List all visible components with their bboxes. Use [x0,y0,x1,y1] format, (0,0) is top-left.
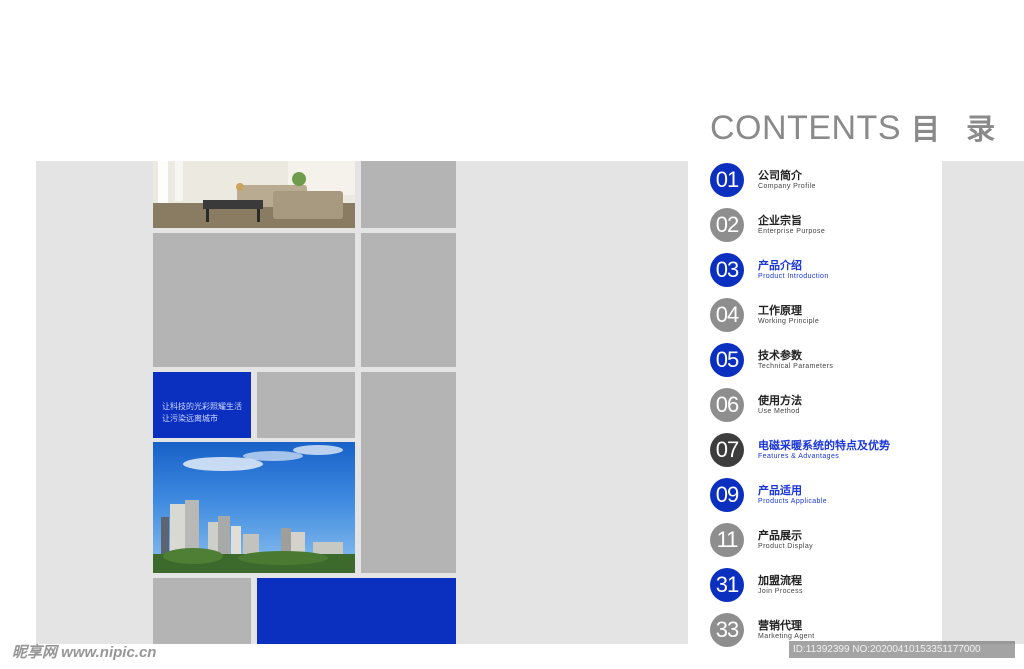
toc-title-en: Working Principle [758,318,820,325]
toc-title-en: Features & Advantages [758,453,840,460]
slogan-text: 让科技的光彩照耀生活 让污染远离城市 [162,401,242,425]
living-room-illustration [153,161,355,228]
title-en: CONTENTS [710,109,901,147]
gray-tile-tall [361,372,456,573]
contents-title: CONTENTS 目 录 [710,106,1003,148]
toc-title-zh: 产品适用 [758,485,802,497]
city-skyline-photo [153,442,355,573]
toc-title-zh: 公司简介 [758,170,802,182]
toc-number-circle: 07 [710,433,744,467]
toc-title-en: Use Method [758,408,800,415]
toc-item-product-introduction[interactable]: 03 产品介绍 Product Introduction [710,253,942,293]
city-skyline-illustration [153,445,355,573]
toc-title-zh: 产品介绍 [758,260,802,272]
gray-tile-right-mid [361,233,456,367]
toc-title-en: Technical Parameters [758,363,834,370]
toc-title-en: Join Process [758,588,803,595]
toc-number-circle: 05 [710,343,744,377]
toc-number-circle: 11 [710,523,744,557]
toc-item-product-display[interactable]: 11 产品展示 Product Display [710,523,942,563]
toc-number-circle: 03 [710,253,744,287]
toc-title-zh: 工作原理 [758,305,802,317]
right-edge-band [942,161,1024,644]
title-zh: 目 录 [911,112,1004,146]
gray-tile-large [153,233,355,367]
watermark-left: 昵享网 www.nipic.cn [12,644,157,661]
toc-title-en: Company Profile [758,183,816,190]
toc-title-zh: 使用方法 [758,395,802,407]
toc-item-enterprise-purpose[interactable]: 02 企业宗旨 Enterprise Purpose [710,208,942,248]
toc-item-join-process[interactable]: 31 加盟流程 Join Process [710,568,942,608]
watermark-id-bar: ID:11392399 NO:20200410153351177000 [789,641,1015,658]
toc-item-technical-parameters[interactable]: 05 技术参数 Technical Parameters [710,343,942,383]
toc-item-company-profile[interactable]: 01 公司简介 Company Profile [710,163,942,203]
gray-tile-bottom-left [153,578,251,644]
toc-title-zh: 产品展示 [758,530,802,542]
gray-tile-small [257,372,355,438]
toc-title-en: Enterprise Purpose [758,228,826,235]
toc-item-products-applicable[interactable]: 09 产品适用 Products Applicable [710,478,942,518]
toc-title-zh: 企业宗旨 [758,215,802,227]
table-of-contents: 01 公司简介 Company Profile 02 企业宗旨 Enterpri… [690,161,942,647]
gray-tile-top-right [361,161,456,228]
toc-title-zh: 电磁采暖系统的特点及优势 [758,440,890,452]
toc-number-circle: 31 [710,568,744,602]
toc-title-en: Marketing Agent [758,633,815,640]
toc-title-zh: 技术参数 [758,350,802,362]
toc-number-circle: 33 [710,613,744,647]
toc-title-en: Product Introduction [758,273,829,280]
toc-title-en: Products Applicable [758,498,828,505]
toc-item-use-method[interactable]: 06 使用方法 Use Method [710,388,942,428]
toc-number-circle: 09 [710,478,744,512]
toc-title-en: Product Display [758,543,814,550]
slogan-line-2: 让污染远离城市 [162,414,218,423]
living-room-photo [153,161,355,228]
toc-number-circle: 04 [710,298,744,332]
toc-item-features-advantages[interactable]: 07 电磁采暖系统的特点及优势 Features & Advantages [710,433,942,473]
toc-number-circle: 01 [710,163,744,197]
toc-item-working-principle[interactable]: 04 工作原理 Working Principle [710,298,942,338]
toc-title-zh: 加盟流程 [758,575,802,587]
toc-title-zh: 营销代理 [758,620,802,632]
toc-number-circle: 02 [710,208,744,242]
blue-tile-bottom [257,578,456,644]
toc-number-circle: 06 [710,388,744,422]
slogan-line-1: 让科技的光彩照耀生活 [162,402,242,411]
